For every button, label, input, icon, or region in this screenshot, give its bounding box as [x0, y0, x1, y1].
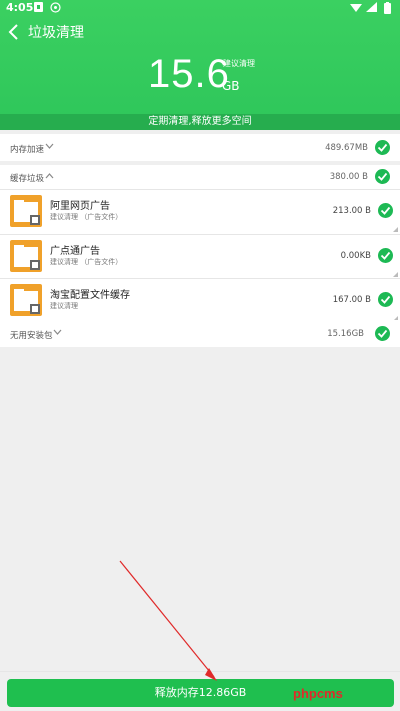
- annotation-arrow-icon: [119, 560, 217, 681]
- watermark: phpcms: [293, 686, 343, 701]
